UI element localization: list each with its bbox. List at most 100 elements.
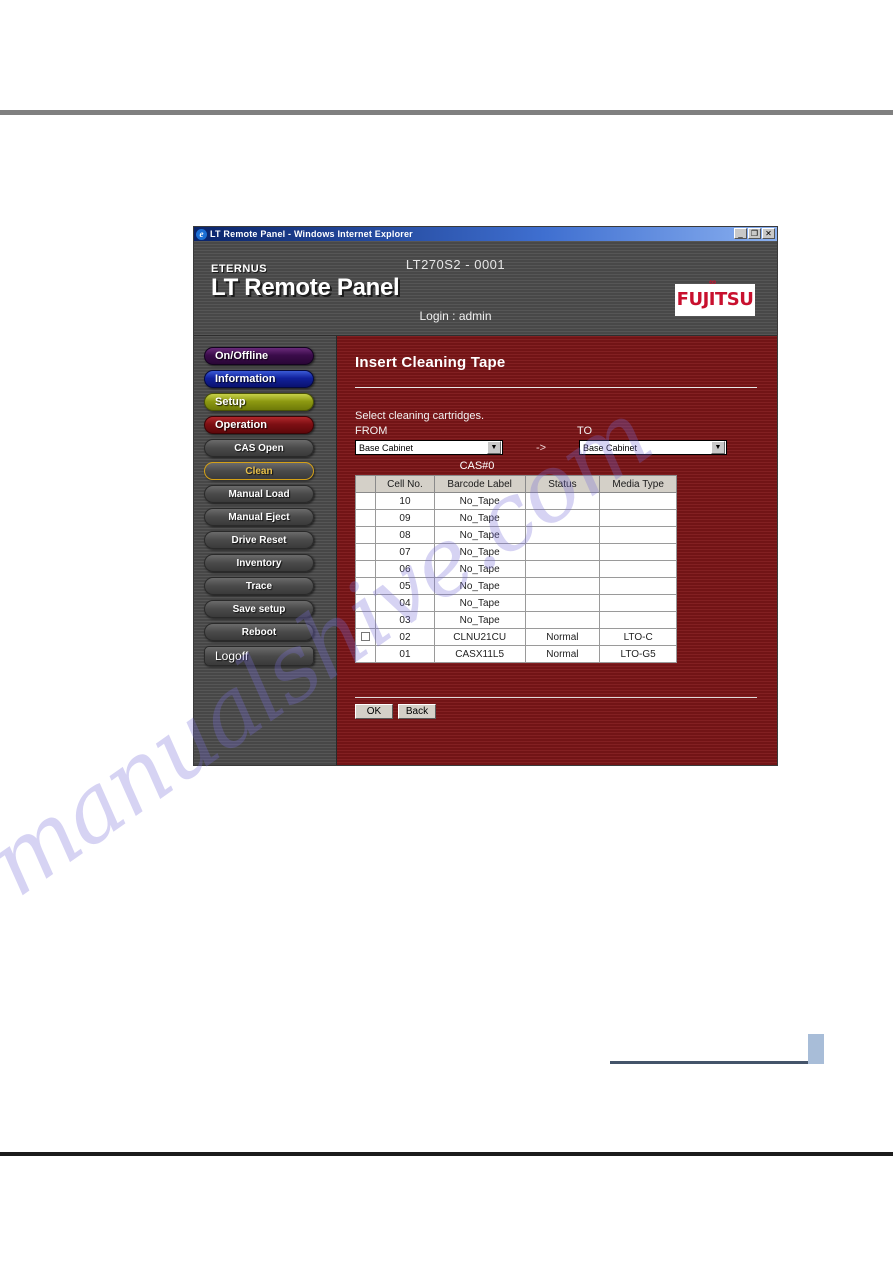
sidebar-item-reboot[interactable]: Reboot <box>204 623 314 641</box>
page-top-rule <box>0 110 893 115</box>
sidebar-item-logoff[interactable]: Logoff <box>204 646 314 666</box>
maximize-button[interactable]: ❐ <box>748 228 761 239</box>
row-select-cell <box>354 594 377 612</box>
table-row[interactable]: 06 No_Tape <box>354 560 677 578</box>
sidebar-item-inventory[interactable]: Inventory <box>204 554 314 572</box>
status-value <box>524 560 601 578</box>
table-row[interactable]: 10 No_Tape <box>354 492 677 510</box>
main-content: Insert Cleaning Tape Select cleaning car… <box>337 336 777 765</box>
sidebar-item-operation[interactable]: Operation <box>204 416 314 434</box>
cell-no-value: 07 <box>375 543 435 561</box>
status-value <box>524 509 601 527</box>
sidebar-item-manual-eject[interactable]: Manual Eject <box>204 508 314 526</box>
from-label: FROM <box>355 425 388 437</box>
table-body: 10 No_Tape 09 No_Tape 08 No_Tape 07 No_Tape 06 No… <box>354 492 677 663</box>
footer-page-tab <box>808 1034 824 1064</box>
chevron-down-icon[interactable]: ▼ <box>711 441 725 454</box>
table-row[interactable]: 04 No_Tape <box>354 594 677 612</box>
window-titlebar: e LT Remote Panel - Windows Internet Exp… <box>194 227 777 241</box>
from-cabinet-value: Base Cabinet <box>359 442 414 453</box>
window-title: LT Remote Panel - Windows Internet Explo… <box>210 229 413 239</box>
sidebar-item-on-offline[interactable]: On/Offline <box>204 347 314 365</box>
row-checkbox[interactable] <box>361 632 371 642</box>
column-header-barcode: Barcode Label <box>433 475 526 493</box>
sidebar-item-save-setup[interactable]: Save setup <box>204 600 314 618</box>
chevron-down-icon[interactable]: ▼ <box>487 441 501 454</box>
fujitsu-logo: FUJITSU ∞ <box>675 277 755 316</box>
sidebar-item-cas-open[interactable]: CAS Open <box>204 439 314 457</box>
table-row[interactable]: 01 CASX11L5 Normal LTO-G5 <box>354 645 677 663</box>
row-select-cell <box>354 492 377 510</box>
row-select-cell <box>354 509 377 527</box>
status-value <box>524 577 601 595</box>
cell-no-value: 04 <box>375 594 435 612</box>
sidebar-nav: On/Offline Information Setup Operation C… <box>194 336 337 765</box>
app-header: ETERNUS LT Remote Panel LT270S2 - 0001 L… <box>194 241 777 336</box>
row-select-cell[interactable] <box>354 628 377 646</box>
sidebar-item-clean[interactable]: Clean <box>204 462 314 480</box>
status-value: Normal <box>524 645 601 663</box>
close-button[interactable]: ✕ <box>762 228 775 239</box>
internet-explorer-icon: e <box>196 228 207 240</box>
footer-underline <box>610 1061 822 1064</box>
ok-button[interactable]: OK <box>355 704 393 719</box>
sidebar-label-setup: Setup <box>215 396 246 408</box>
barcode-label-value: No_Tape <box>433 509 526 527</box>
back-button[interactable]: Back <box>398 704 436 719</box>
cas-label: CAS#0 <box>459 460 495 472</box>
sidebar-item-trace[interactable]: Trace <box>204 577 314 595</box>
sidebar-label-manual-load: Manual Load <box>228 488 290 500</box>
table-row[interactable]: 02 CLNU21CU Normal LTO-C <box>354 628 677 646</box>
to-cabinet-select[interactable]: Base Cabinet ▼ <box>579 440 727 455</box>
column-header-media: Media Type <box>599 475 677 493</box>
barcode-label-value: CASX11L5 <box>433 645 526 663</box>
fujitsu-infinity-icon: ∞ <box>709 277 717 288</box>
sidebar-label-reboot: Reboot <box>241 626 277 638</box>
sidebar-label-trace: Trace <box>245 580 273 592</box>
status-value <box>524 543 601 561</box>
media-type-value: LTO-C <box>599 628 677 646</box>
table-row[interactable]: 05 No_Tape <box>354 577 677 595</box>
status-value: Normal <box>524 628 601 646</box>
from-cabinet-select[interactable]: Base Cabinet ▼ <box>355 440 503 455</box>
column-header-select <box>354 475 377 493</box>
actions-divider <box>355 697 757 698</box>
to-label: TO <box>577 425 593 437</box>
barcode-label-value: No_Tape <box>433 594 526 612</box>
cell-no-value: 03 <box>375 611 435 629</box>
barcode-label-value: No_Tape <box>433 526 526 544</box>
sidebar-label-cas-open: CAS Open <box>234 442 284 454</box>
minimize-button[interactable]: _ <box>734 228 747 239</box>
cell-no-value: 10 <box>375 492 435 510</box>
unit-id: LT270S2 - 0001 <box>405 257 506 272</box>
sidebar-item-setup[interactable]: Setup <box>204 393 314 411</box>
browser-window: e LT Remote Panel - Windows Internet Exp… <box>193 226 778 766</box>
table-row[interactable]: 07 No_Tape <box>354 543 677 561</box>
status-value <box>524 492 601 510</box>
sidebar-label-information: Information <box>215 373 276 385</box>
media-type-value <box>599 560 677 578</box>
column-header-status: Status <box>524 475 601 493</box>
page-title: Insert Cleaning Tape <box>355 354 506 371</box>
cell-no-value: 01 <box>375 645 435 663</box>
media-type-value: LTO-G5 <box>599 645 677 663</box>
sidebar-item-manual-load[interactable]: Manual Load <box>204 485 314 503</box>
table-row[interactable]: 09 No_Tape <box>354 509 677 527</box>
table-row[interactable]: 08 No_Tape <box>354 526 677 544</box>
status-value <box>524 526 601 544</box>
transfer-arrow: -> <box>535 441 547 454</box>
cell-no-value: 05 <box>375 577 435 595</box>
sidebar-label-on-offline: On/Offline <box>215 350 269 362</box>
row-select-cell <box>354 577 377 595</box>
sidebar-item-drive-reset[interactable]: Drive Reset <box>204 531 314 549</box>
media-type-value <box>599 611 677 629</box>
sidebar-item-information[interactable]: Information <box>204 370 314 388</box>
sidebar-label-manual-eject: Manual Eject <box>228 511 290 523</box>
cell-no-value: 02 <box>375 628 435 646</box>
brand-title: LT Remote Panel <box>211 274 400 301</box>
barcode-label-value: CLNU21CU <box>433 628 526 646</box>
row-select-cell <box>354 645 377 663</box>
status-value <box>524 594 601 612</box>
sidebar-label-inventory: Inventory <box>236 557 282 569</box>
table-row[interactable]: 03 No_Tape <box>354 611 677 629</box>
